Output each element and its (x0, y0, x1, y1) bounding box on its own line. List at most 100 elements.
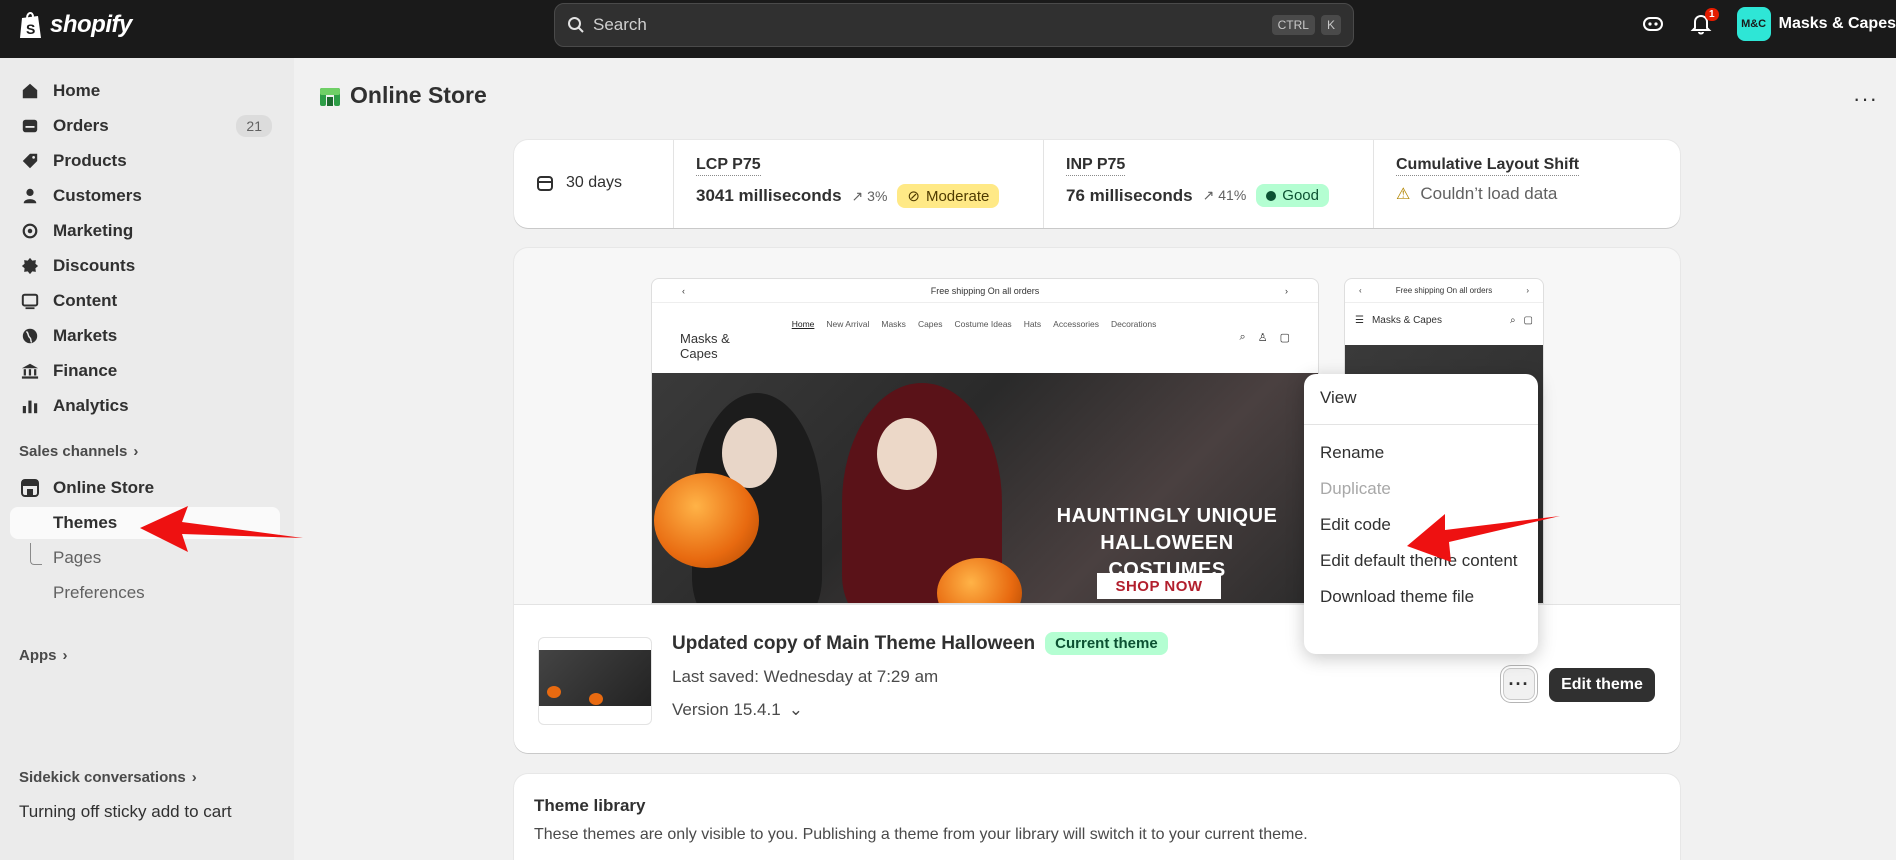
search-input[interactable]: Search CTRL K (554, 3, 1354, 47)
sidebar-item-label: Markets (53, 326, 118, 345)
orders-icon (20, 116, 40, 136)
menu-divider (1304, 424, 1538, 425)
theme-more-actions-button[interactable]: ··· (1503, 668, 1535, 700)
sidebar-item-home[interactable]: Home (10, 75, 280, 107)
sidebar-item-markets[interactable]: Markets (10, 320, 280, 352)
menu-item-edit-code[interactable]: Edit code (1304, 507, 1538, 543)
desktop-preview[interactable]: ‹ Free shipping On all orders › Masks & … (651, 278, 1319, 604)
sidebar-item-label: Customers (53, 186, 142, 205)
menu-item-duplicate: Duplicate (1320, 479, 1391, 498)
top-bar: S shopify Search CTRL K 1 M&C Masks & Ca… (0, 0, 1896, 58)
sales-channels-header[interactable]: Sales channels › (19, 443, 138, 460)
apps-label: Apps (19, 647, 57, 664)
inp-value: 76 milliseconds (1066, 185, 1193, 205)
sidebar-item-finance[interactable]: Finance (10, 355, 280, 387)
notifications-button[interactable]: 1 (1689, 8, 1719, 36)
discount-icon (20, 256, 40, 276)
sidebar: Home Orders 21 Products Customers Market… (0, 58, 294, 860)
sidekick-conversations-label: Sidekick conversations (19, 769, 186, 786)
orders-count-badge: 21 (236, 115, 272, 137)
preview-header: Masks & Capes Home New Arrival Masks Cap… (652, 303, 1318, 373)
preview-brand: Masks & Capes (680, 331, 730, 361)
shopify-wordmark: shopify (50, 11, 132, 38)
sidebar-item-content[interactable]: Content (10, 285, 280, 317)
theme-thumbnail (538, 637, 652, 725)
lcp-status-badge: ⊘ Moderate (897, 184, 1000, 208)
preview-nav-item: Masks (881, 319, 906, 329)
sidebar-item-pages[interactable]: Pages (10, 542, 280, 574)
mobile-preview-header: ☰ Masks & Capes ⌕ ▢ (1345, 303, 1543, 337)
sidebar-item-online-store[interactable]: Online Store (10, 472, 280, 504)
shopify-logo[interactable]: S shopify (18, 10, 132, 40)
chart-icon (20, 396, 40, 416)
sales-channels-label: Sales channels (19, 443, 128, 460)
preview-nav: Home New Arrival Masks Capes Costume Ide… (792, 319, 1216, 329)
preview-nav-item: Home (791, 319, 815, 329)
theme-library-card: Theme library These themes are only visi… (514, 774, 1680, 860)
good-dot-icon (1266, 190, 1277, 201)
shortcut-k: K (1320, 15, 1341, 35)
menu-item-view[interactable]: View (1304, 380, 1538, 416)
inp-metric: INP P75 76 milliseconds ↗ 41% Good (1044, 140, 1374, 228)
hero-face-right (877, 418, 937, 490)
chevron-right-icon: › (1285, 285, 1288, 296)
sidebar-item-analytics[interactable]: Analytics (10, 390, 280, 422)
search-placeholder: Search (593, 15, 647, 34)
theme-version-selector[interactable]: Version 15.4.1 ⌄ (672, 700, 803, 720)
date-range-selector[interactable]: 30 days (514, 140, 674, 228)
theme-name-row: Updated copy of Main Theme Halloween Cur… (672, 632, 1168, 655)
cart-icon: ▢ (1279, 332, 1290, 344)
mobile-announcement-text: Free shipping On all orders (1395, 286, 1493, 295)
shortcut-ctrl: CTRL (1271, 15, 1315, 35)
inp-status-badge: Good (1256, 184, 1329, 207)
inp-label[interactable]: INP P75 (1066, 156, 1126, 176)
sidebar-item-orders[interactable]: Orders 21 (10, 110, 280, 142)
chevron-right-icon: › (133, 443, 139, 460)
trend-up-icon: ↗ (851, 187, 864, 204)
cart-icon: ▢ (1523, 314, 1533, 326)
page-more-actions[interactable]: ··· (1853, 86, 1878, 112)
lcp-value: 3041 milliseconds (696, 186, 842, 205)
preview-nav-item: Decorations (1111, 319, 1157, 329)
sidebar-item-label: Discounts (53, 256, 136, 275)
mobile-preview-brand: Masks & Capes (1371, 314, 1442, 326)
store-avatar: M&C (1736, 7, 1771, 41)
sidekick-icon[interactable] (1641, 12, 1665, 36)
top-right-controls: 1 M&C Masks & Capes (1641, 6, 1896, 42)
menu-item-download-theme[interactable]: Download theme file (1304, 579, 1538, 615)
sidebar-item-label: Content (53, 291, 118, 310)
pumpkin-left (654, 473, 759, 568)
edit-theme-button[interactable]: Edit theme (1549, 668, 1655, 702)
account-icon: ♙ (1257, 332, 1268, 344)
menu-item-edit-default-content[interactable]: Edit default theme content (1304, 543, 1538, 579)
sidebar-item-label: Pages (53, 548, 102, 567)
store-menu[interactable]: M&C Masks & Capes (1736, 7, 1896, 41)
chevron-right-icon: › (1526, 286, 1529, 295)
sidekick-conversations-header[interactable]: Sidekick conversations › (19, 769, 197, 786)
sidebar-item-products[interactable]: Products (10, 145, 280, 177)
person-icon (20, 186, 40, 206)
sidebar-item-customers[interactable]: Customers (10, 180, 280, 212)
sidebar-item-marketing[interactable]: Marketing (10, 215, 280, 247)
cls-label[interactable]: Cumulative Layout Shift (1396, 156, 1580, 176)
lcp-label[interactable]: LCP P75 (696, 156, 761, 176)
tag-icon (20, 151, 40, 171)
sidebar-item-themes[interactable]: Themes (10, 507, 280, 539)
chevron-left-icon: ‹ (682, 285, 685, 296)
current-theme-badge: Current theme (1045, 632, 1168, 655)
preview-header-icons: ⌕ ♙ ▢ (1240, 319, 1290, 344)
announcement-text: Free shipping On all orders (930, 285, 1040, 296)
search-icon: ⌕ (1509, 314, 1516, 326)
sidekick-conversation-item[interactable]: Turning off sticky add to cart (19, 802, 232, 822)
trend-up-icon: ↗ (1202, 187, 1215, 203)
apps-header[interactable]: Apps › (19, 647, 68, 664)
page-title: Online Store (318, 82, 487, 109)
menu-item-rename[interactable]: Rename (1304, 435, 1538, 471)
theme-last-saved: Last saved: Wednesday at 7:29 am (672, 667, 939, 686)
lcp-trend: ↗ 3% (851, 187, 888, 204)
sidebar-item-preferences[interactable]: Preferences (10, 577, 280, 609)
sidebar-item-discounts[interactable]: Discounts (10, 250, 280, 282)
preview-nav-item: Accessories (1053, 319, 1099, 329)
store-name: Masks & Capes (1778, 15, 1896, 32)
chevron-right-icon: › (62, 647, 68, 664)
